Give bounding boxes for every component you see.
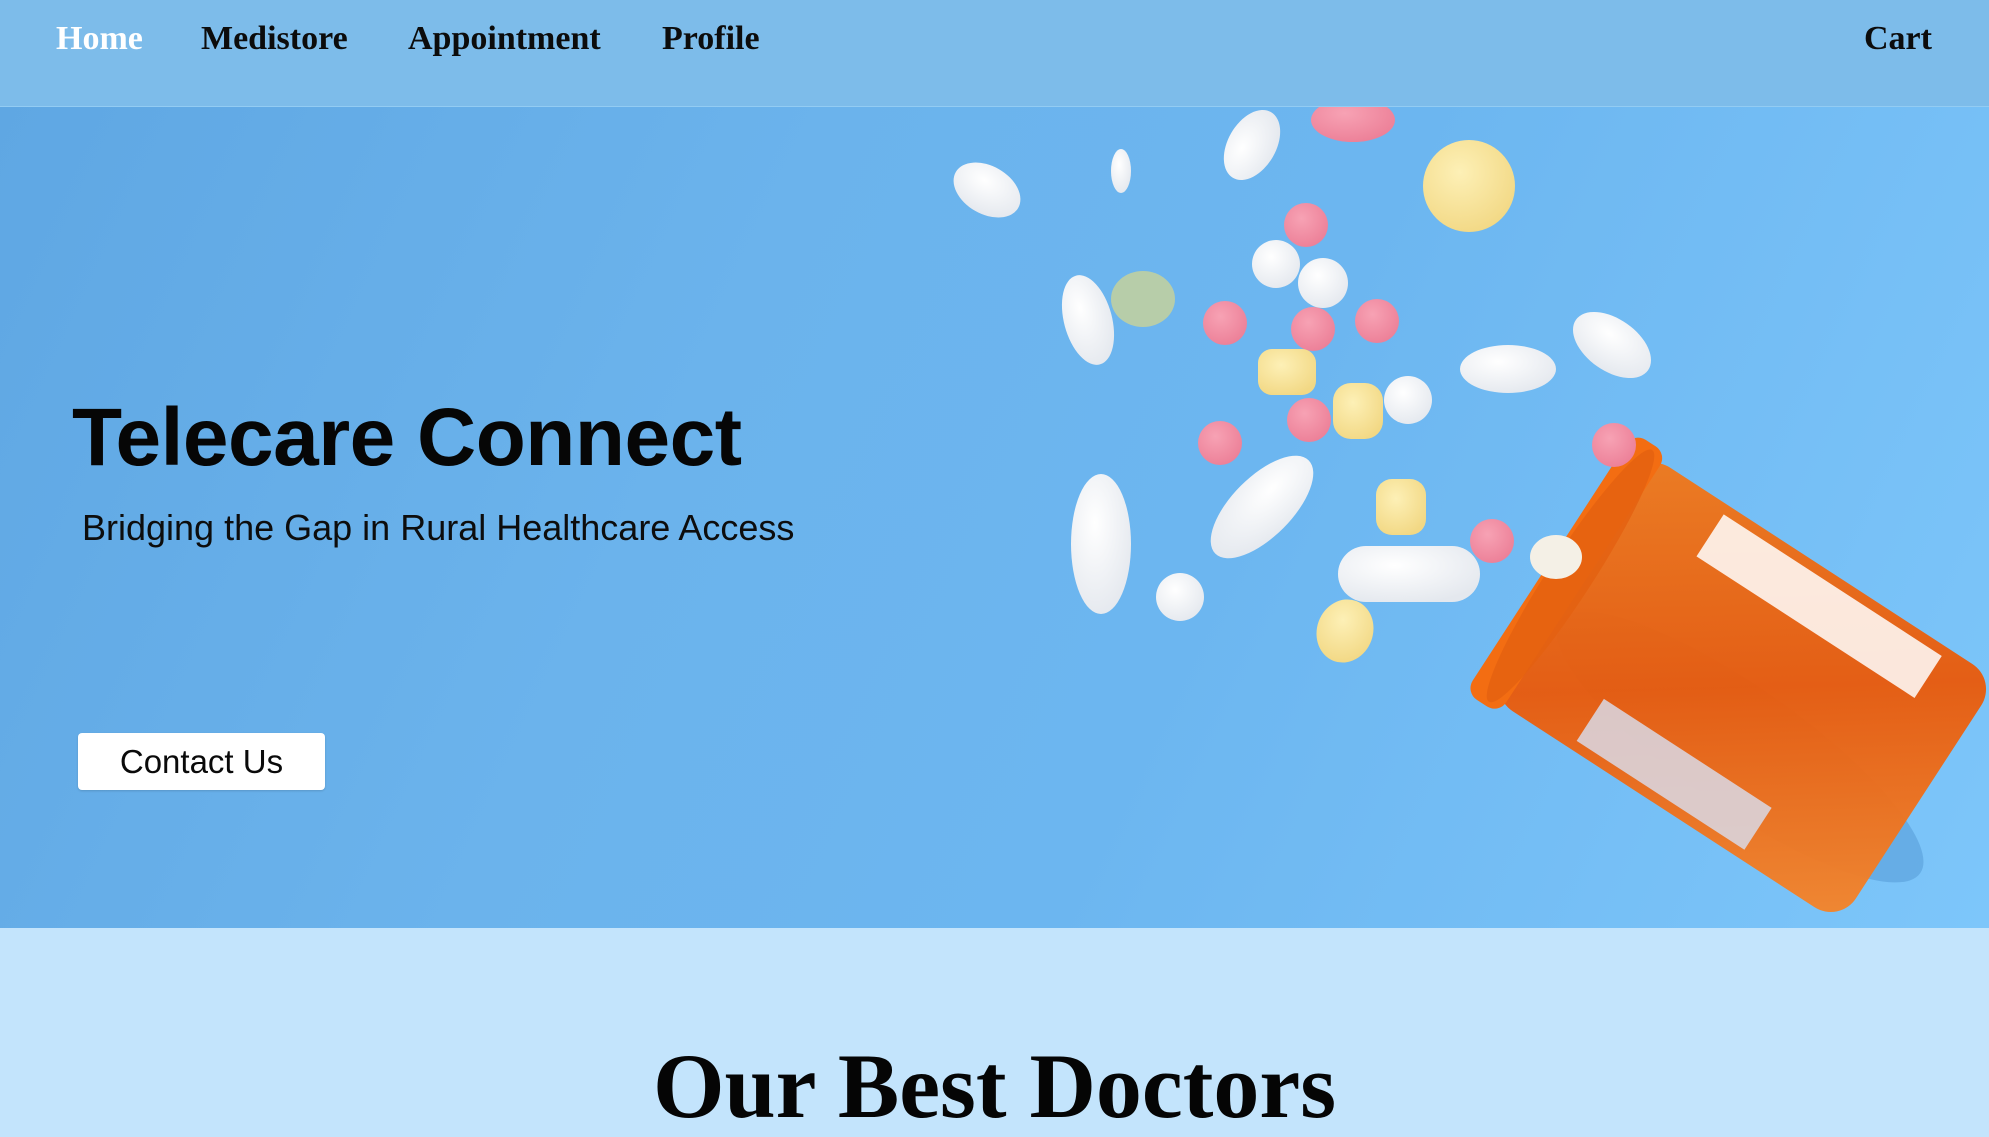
best-doctors-heading: Our Best Doctors	[652, 1035, 1337, 1137]
nav-cart-link[interactable]: Cart	[1864, 20, 1932, 58]
nav-appointment-link[interactable]: Appointment	[408, 20, 601, 58]
hero-title: Telecare Connect	[72, 392, 742, 483]
contact-us-button[interactable]: Contact Us	[78, 733, 325, 790]
top-navbar: Home Medistore Appointment Profile Cart	[0, 0, 1989, 107]
hero-banner: Telecare Connect Bridging the Gap in Rur…	[0, 107, 1989, 928]
hero-subtitle: Bridging the Gap in Rural Healthcare Acc…	[82, 507, 795, 548]
nav-profile-link[interactable]: Profile	[662, 20, 760, 58]
nav-medistore-link[interactable]: Medistore	[201, 20, 348, 58]
nav-home-link[interactable]: Home	[56, 20, 143, 58]
